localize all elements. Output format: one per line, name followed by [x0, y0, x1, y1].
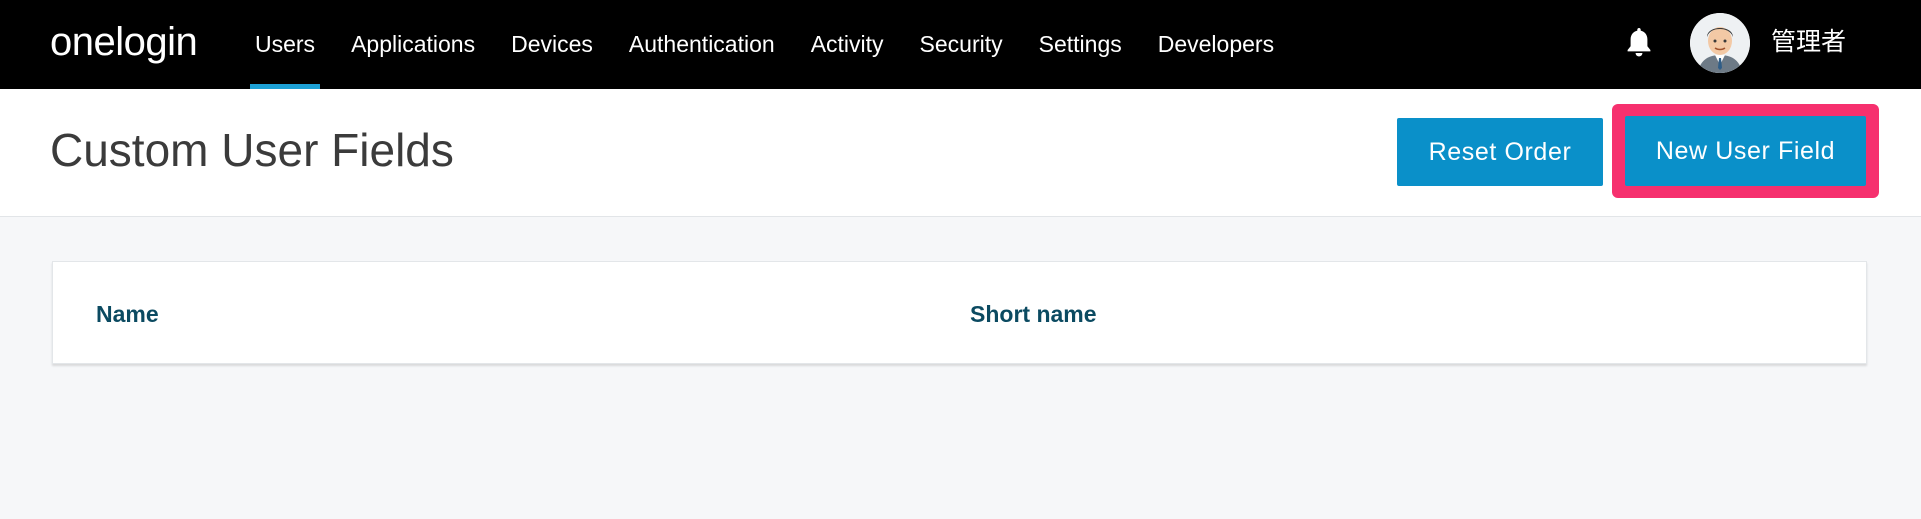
nav-item-label: Settings	[1038, 31, 1122, 57]
nav-item-label: Users	[255, 31, 316, 57]
main-nav: Users Applications Devices Authenticatio…	[249, 0, 1306, 89]
nav-item-label: Authentication	[628, 31, 775, 57]
top-navigation-bar: onelogin Users Applications Devices Auth…	[0, 0, 1921, 89]
nav-item-label: Security	[919, 31, 1003, 57]
nav-item-authentication[interactable]: Authentication	[625, 0, 779, 89]
reset-order-button[interactable]: Reset Order	[1397, 118, 1603, 186]
nav-item-security[interactable]: Security	[916, 0, 1007, 89]
username-label[interactable]: 管理者	[1771, 26, 1846, 58]
nav-item-label: Activity	[810, 31, 884, 57]
onelogin-logo[interactable]: onelogin	[50, 18, 198, 66]
user-avatar[interactable]	[1690, 13, 1750, 73]
nav-item-label: Devices	[511, 31, 593, 57]
custom-fields-table: Name Short name	[52, 261, 1867, 364]
nav-item-label: Applications	[351, 31, 476, 57]
nav-item-developers[interactable]: Developers	[1154, 0, 1278, 89]
bell-icon[interactable]	[1625, 26, 1653, 58]
nav-item-label: Developers	[1157, 31, 1275, 57]
column-header-short-name[interactable]: Short name	[970, 300, 1097, 328]
nav-item-applications[interactable]: Applications	[347, 0, 479, 89]
new-user-field-button[interactable]: New User Field	[1625, 116, 1866, 186]
nav-item-users[interactable]: Users	[249, 0, 321, 89]
page-title: Custom User Fields	[50, 124, 454, 176]
nav-item-activity[interactable]: Activity	[807, 0, 888, 89]
nav-item-devices[interactable]: Devices	[507, 0, 597, 89]
column-header-name[interactable]: Name	[96, 300, 159, 328]
nav-item-settings[interactable]: Settings	[1035, 0, 1126, 89]
